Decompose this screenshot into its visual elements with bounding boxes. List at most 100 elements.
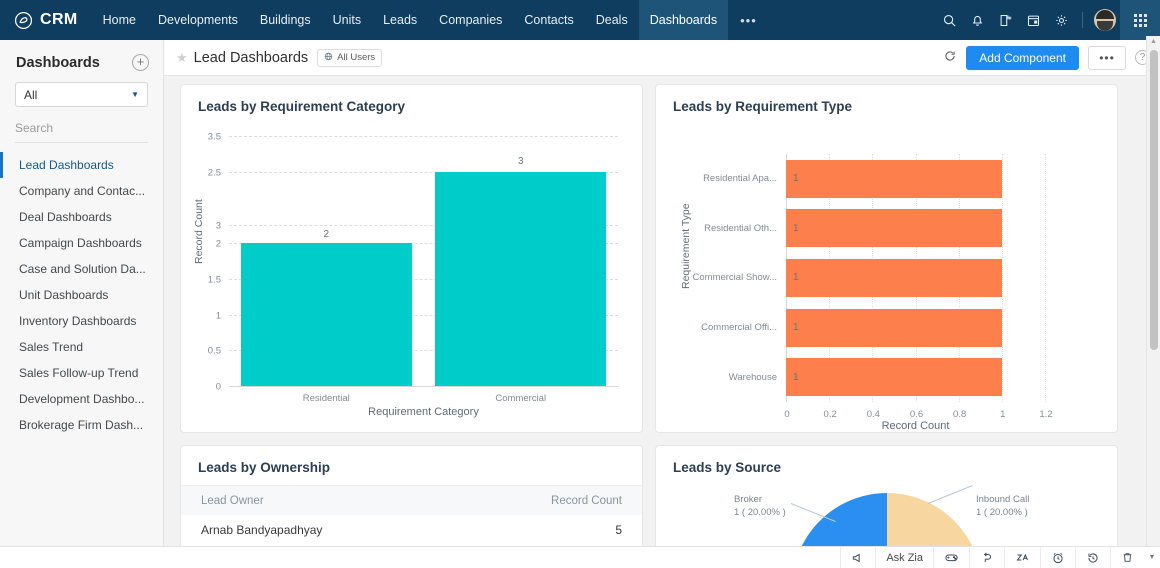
more-options-button[interactable]: ••• [1088,45,1126,70]
component-title: Leads by Source [673,460,782,475]
add-dashboard-icon[interactable]: + [132,54,149,71]
pie-chart: Broker 1 ( 20.00% ) Inbound Call 1 ( 20.… [656,481,1117,554]
sidebar-item-sales-followup-trend[interactable]: Sales Follow-up Trend [0,360,163,386]
x-axis-label: Requirement Category [368,406,479,418]
bar[interactable] [786,358,1002,397]
vertical-scrollbar[interactable]: ▲ [1146,36,1160,568]
sidebar-item-deal-dashboards[interactable]: Deal Dashboards [0,204,163,230]
dashboard-filter-select[interactable]: All ▼ [15,82,148,107]
ownership-table: Lead Owner Record Count Arnab Bandyapadh… [181,485,642,545]
y-tick: 3.5 [207,131,221,143]
sidebar-item-lead-dashboards[interactable]: Lead Dashboards [0,152,163,178]
alarm-clock-icon[interactable] [1040,547,1075,568]
bar-series: Residential Apa... 1 Residential Oth... … [693,154,1045,402]
nav-item-home[interactable]: Home [92,0,147,40]
nav-more-button[interactable]: ••• [728,0,769,40]
component-leads-by-source[interactable]: Leads by Source Broker 1 ( 20.00% ) Inbo… [655,445,1118,555]
bar-value: 1 [793,371,799,383]
history-icon[interactable] [1075,547,1110,568]
nav-item-companies[interactable]: Companies [428,0,513,40]
gamepad-icon[interactable] [933,547,969,568]
nav-item-deals[interactable]: Deals [585,0,639,40]
page-body: Dashboards + All ▼ Lead Dashboards Compa… [0,36,1160,568]
sidebar-item-campaign-dashboards[interactable]: Campaign Dashboards [0,230,163,256]
bar[interactable] [786,258,1002,297]
zia-art-icon[interactable] [1004,547,1040,568]
nav-item-dashboards[interactable]: Dashboards [638,0,729,40]
sidebar-item-inventory-dashboards[interactable]: Inventory Dashboards [0,308,163,334]
plot-area: 3.5 3 2.5 2 1.5 1 0.5 0 2 Residential 3 … [208,132,619,404]
bar-group-residential[interactable]: 2 Residential [229,136,424,404]
sidebar-item-unit-dashboards[interactable]: Unit Dashboards [0,282,163,308]
pie-label-inbound-call: Inbound Call 1 ( 20.00% ) [976,493,1029,519]
favorite-star-icon[interactable]: ★ [176,50,188,66]
rotate-icon[interactable] [969,547,1004,568]
bar[interactable] [786,159,1002,198]
nav-item-leads[interactable]: Leads [372,0,428,40]
bar[interactable] [435,171,607,386]
bar[interactable] [786,209,1002,248]
sidebar-item-sales-trend[interactable]: Sales Trend [0,334,163,360]
bar-row[interactable]: Commercial Show... 1 [693,258,1045,297]
sidebar-item-company-and-contact[interactable]: Company and Contac... [0,178,163,204]
bar[interactable] [786,308,1002,347]
add-note-icon[interactable] [991,0,1019,40]
page-toolbar-actions: Add Component ••• ? [943,45,1150,70]
primary-nav-links: Home Developments Buildings Units Leads … [92,0,769,40]
bar-series: 2 Residential 3 Commercial [229,136,619,404]
bar-row[interactable]: Residential Apa... 1 [703,159,1045,198]
y-axis-label: Record Count [193,199,205,264]
bar[interactable] [240,243,412,386]
sidebar-item-brokerage-firm-dashboards[interactable]: Brokerage Firm Dash... [0,412,163,438]
search-input[interactable] [15,121,148,135]
x-tick: 0.8 [953,409,967,420]
app-switcher-icon[interactable] [1120,0,1160,40]
column-header-record-count: Record Count [551,494,622,507]
add-component-button[interactable]: Add Component [966,45,1079,70]
trash-icon[interactable] [1110,547,1144,568]
x-tick: 0.4 [866,409,880,420]
component-leads-by-requirement-category[interactable]: Leads by Requirement Category Record Cou… [180,84,643,433]
bottom-toolbar: Ask Zia ▼ [0,546,1160,568]
refresh-icon[interactable] [943,49,957,66]
table-row[interactable]: Arnab Bandyapadhyay 5 [181,515,642,545]
bar-value: 3 [517,156,524,168]
notifications-bell-icon[interactable] [963,0,991,40]
bar-row[interactable]: Commercial Offi... 1 [701,308,1045,347]
horizontal-bar-chart: Requirement Type 0 0.2 0.4 0.6 0.8 1 1.2 [656,114,1117,432]
nav-item-contacts[interactable]: Contacts [513,0,584,40]
scrollbar-thumb[interactable] [1150,50,1158,350]
bar-row[interactable]: Residential Oth... 1 [704,209,1045,248]
megaphone-icon[interactable] [840,547,875,568]
sidebar-item-case-and-solution[interactable]: Case and Solution Da... [0,256,163,282]
plot-area: 0 0.2 0.4 0.6 0.8 1 1.2 Residential Apa.… [693,154,1053,420]
chevron-down-icon[interactable]: ▼ [1144,547,1160,568]
nav-item-developments[interactable]: Developments [147,0,249,40]
y-axis-label: Requirement Type [680,203,692,289]
nav-item-buildings[interactable]: Buildings [249,0,322,40]
pie-leader-line [927,485,973,504]
x-tick-label: Commercial [495,393,547,404]
component-grid: Leads by Requirement Category Record Cou… [164,84,1160,555]
x-tick: 1.2 [1039,409,1053,420]
avatar-hair [1096,10,1114,19]
scroll-up-arrow-icon[interactable]: ▲ [1147,36,1160,45]
ask-zia-button[interactable]: Ask Zia [875,547,933,568]
bar-row[interactable]: Warehouse 1 [729,358,1045,397]
settings-gear-icon[interactable] [1047,0,1075,40]
user-avatar[interactable] [1094,9,1116,31]
sidebar-item-development-dashboards[interactable]: Development Dashbo... [0,386,163,412]
bar-group-commercial[interactable]: 3 Commercial [424,136,619,404]
component-leads-by-ownership[interactable]: Leads by Ownership Lead Owner Record Cou… [180,445,643,555]
nav-item-units[interactable]: Units [322,0,372,40]
search-icon[interactable] [935,0,963,40]
all-users-badge[interactable]: All Users [317,48,383,67]
main-content: ★ Lead Dashboards All Users Add Componen… [164,36,1160,568]
y-tick: 0 [215,381,221,393]
calendar-icon[interactable] [1019,0,1047,40]
brand-logo[interactable]: CRM [0,0,92,40]
bar-value: 2 [323,228,330,240]
component-leads-by-requirement-type[interactable]: Leads by Requirement Type Requirement Ty… [655,84,1118,433]
sidebar-search [15,119,148,143]
nav-right-actions [935,0,1120,40]
